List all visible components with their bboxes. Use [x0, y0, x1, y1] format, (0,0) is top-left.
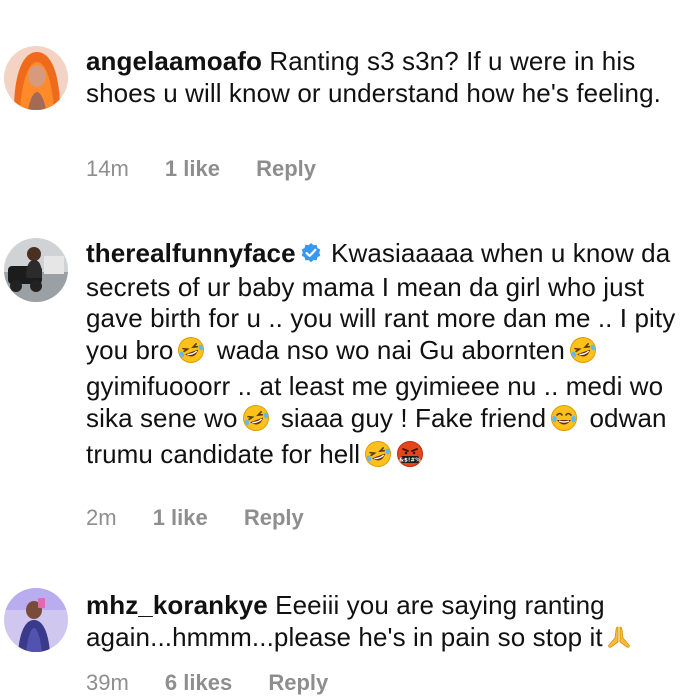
reply-button[interactable]: Reply: [268, 670, 328, 696]
comment-text: siaaa guy ! Fake friend: [280, 402, 547, 433]
rofl-emoji-icon: [242, 404, 270, 440]
comment-text-block: therealfunnyface Kwasiaaaaa when u know …: [86, 238, 682, 476]
comment-meta: 2m 1 like Reply: [86, 505, 304, 531]
comment-likes[interactable]: 1 like: [153, 505, 208, 531]
comment-username[interactable]: mhz_korankye: [86, 590, 268, 620]
comment-time: 2m: [86, 505, 117, 530]
avatar[interactable]: [4, 588, 68, 652]
comment-username[interactable]: angelaamoafo: [86, 46, 262, 76]
comment-likes[interactable]: 6 likes: [165, 670, 232, 696]
rofl-emoji-icon: [364, 440, 392, 476]
comment-meta: 14m 1 like Reply: [86, 156, 316, 182]
comment-meta: 39m 6 likes Reply: [86, 670, 328, 696]
folded-hands-emoji-icon: [605, 623, 633, 659]
avatar[interactable]: [4, 238, 68, 302]
cursing-face-emoji-icon: &$!#%: [396, 440, 424, 476]
tears-of-joy-emoji-icon: [550, 404, 578, 440]
avatar[interactable]: [4, 46, 68, 110]
comment-time: 14m: [86, 156, 129, 181]
comment-text: wada nso wo nai Gu abornten: [216, 334, 565, 365]
comment-username[interactable]: therealfunnyface: [86, 238, 296, 268]
comment-time: 39m: [86, 670, 129, 695]
comment-text-block: angelaamoafo Ranting s3 s3n? If u were i…: [86, 46, 682, 109]
comment-text-block: mhz_korankye Eeeiii you are saying ranti…: [86, 590, 682, 658]
svg-text:&$!#%: &$!#%: [399, 458, 421, 464]
verified-badge-icon: [300, 240, 322, 272]
rofl-emoji-icon: [177, 336, 205, 372]
comment-likes[interactable]: 1 like: [165, 156, 220, 182]
reply-button[interactable]: Reply: [244, 505, 304, 531]
reply-button[interactable]: Reply: [256, 156, 316, 182]
rofl-emoji-icon: [569, 336, 597, 372]
